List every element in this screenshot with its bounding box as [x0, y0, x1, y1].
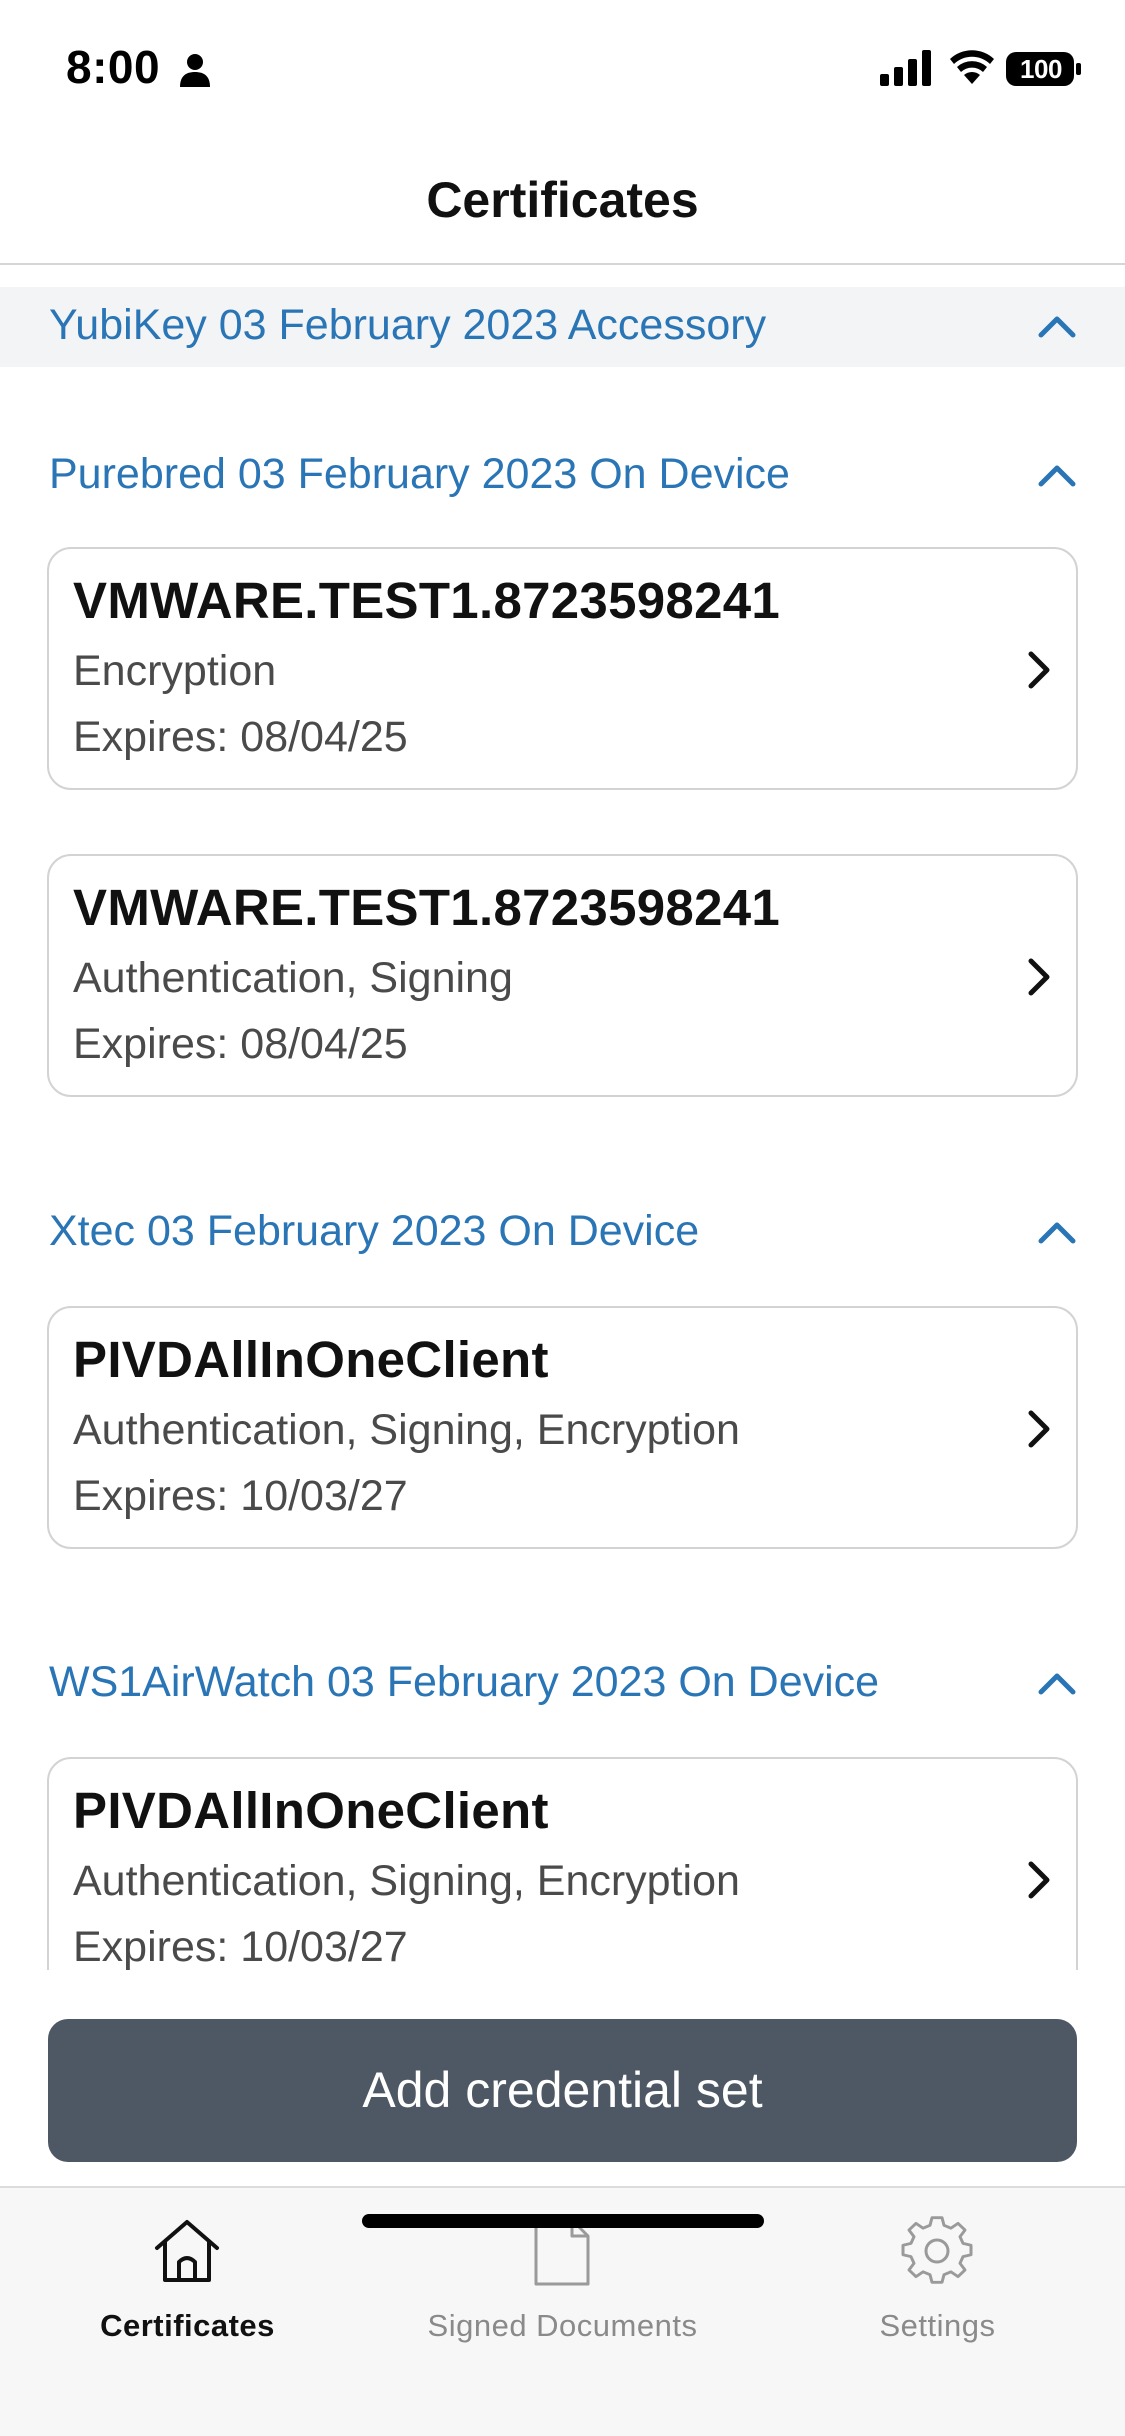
- group-header-xtec[interactable]: Xtec 03 February 2023 On Device: [0, 1193, 1125, 1273]
- certificate-usage: Encryption: [73, 647, 277, 695]
- certificate-name: PIVDAllInOneClient: [73, 1782, 549, 1839]
- chevron-right-icon: [1028, 1410, 1050, 1448]
- certificate-name: VMWARE.TEST1.8723598241: [73, 879, 781, 936]
- home-indicator: [362, 2214, 764, 2228]
- group-header-yubikey[interactable]: YubiKey 03 February 2023 Accessory: [0, 287, 1125, 367]
- chevron-up-icon[interactable]: [1037, 311, 1077, 341]
- group-header-ws1airwatch[interactable]: WS1AirWatch 03 February 2023 On Device: [0, 1644, 1125, 1724]
- certificate-name: VMWARE.TEST1.8723598241: [73, 572, 781, 629]
- certificate-card[interactable]: PIVDAllInOneClient Authentication, Signi…: [47, 1306, 1078, 1549]
- certificate-usage: Authentication, Signing: [73, 954, 513, 1002]
- chevron-up-icon[interactable]: [1037, 460, 1077, 490]
- certificate-expiry: Expires: 10/03/27: [73, 1472, 408, 1520]
- certificate-card[interactable]: VMWARE.TEST1.8723598241 Authentication, …: [47, 854, 1078, 1097]
- tab-label: Signed Documents: [427, 2308, 698, 2343]
- page-title: Certificates: [426, 172, 699, 228]
- certificate-usage: Authentication, Signing, Encryption: [73, 1406, 740, 1454]
- add-credential-set-button[interactable]: Add credential set: [48, 2019, 1077, 2162]
- signal-icon: [880, 50, 931, 86]
- certificate-card[interactable]: VMWARE.TEST1.8723598241 Encryption Expir…: [47, 547, 1078, 790]
- certificate-usage: Authentication, Signing, Encryption: [73, 1857, 740, 1905]
- certificate-expiry: Expires: 10/03/27: [73, 1923, 408, 1970]
- certificate-list[interactable]: YubiKey 03 February 2023 Accessory Pureb…: [0, 267, 1125, 1970]
- tab-bar: Certificates Signed Documents Settings: [0, 2186, 1125, 2436]
- certificate-expiry: Expires: 08/04/25: [73, 713, 408, 761]
- status-bar: 8:00 100: [0, 0, 1125, 135]
- status-time: 8:00: [66, 41, 161, 93]
- chevron-up-icon[interactable]: [1037, 1217, 1077, 1247]
- certificates-screen: 8:00 100 Certificates YubiKey 03 Februar…: [0, 0, 1125, 2436]
- certificate-name: PIVDAllInOneClient: [73, 1331, 549, 1388]
- group-title: YubiKey 03 February 2023 Accessory: [49, 301, 767, 349]
- chevron-right-icon: [1028, 1861, 1050, 1899]
- tab-label: Certificates: [100, 2308, 275, 2343]
- wifi-icon: [950, 50, 994, 84]
- group-title: Xtec 03 February 2023 On Device: [49, 1207, 700, 1255]
- home-icon: [155, 2220, 219, 2282]
- group-title: WS1AirWatch 03 February 2023 On Device: [49, 1658, 880, 1706]
- battery-level: 100: [1020, 54, 1062, 84]
- navigation-bar: Certificates: [0, 135, 1125, 265]
- certificate-card[interactable]: PIVDAllInOneClient Authentication, Signi…: [47, 1757, 1078, 1970]
- gear-icon: [901, 2216, 973, 2284]
- chevron-right-icon: [1028, 651, 1050, 689]
- group-title: Purebred 03 February 2023 On Device: [49, 450, 790, 498]
- tab-label: Settings: [879, 2308, 996, 2343]
- group-header-purebred[interactable]: Purebred 03 February 2023 On Device: [0, 436, 1125, 516]
- tab-settings[interactable]: Settings: [750, 2188, 1125, 2368]
- certificate-expiry: Expires: 08/04/25: [73, 1020, 408, 1068]
- tab-certificates[interactable]: Certificates: [0, 2188, 375, 2368]
- chevron-up-icon[interactable]: [1037, 1668, 1077, 1698]
- person-icon: [180, 54, 210, 87]
- chevron-right-icon: [1028, 958, 1050, 996]
